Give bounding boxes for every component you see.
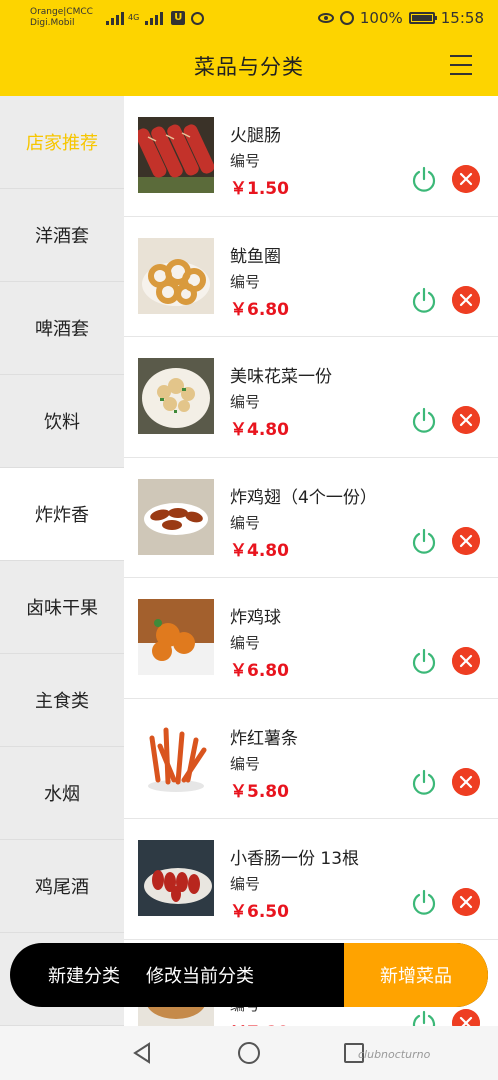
dish-price: ￥6.80 [230, 661, 289, 681]
dish-name: 小香肠一份 13根 [230, 849, 360, 869]
delete-icon[interactable] [452, 1008, 480, 1027]
sidebar-item-5[interactable]: 卤味干果 [0, 561, 124, 654]
watermark: clubnocturno [358, 1048, 431, 1061]
dish-price: ￥6.80 [230, 299, 289, 320]
sidebar-item-2[interactable]: 啤酒套 [0, 282, 124, 375]
dish-name: 鱿鱼圈 [230, 246, 281, 267]
dish-image [138, 478, 214, 555]
dish-row[interactable]: 炸鸡球 编号 ￥6.80 [124, 578, 498, 699]
dish-row[interactable]: 鱿鱼圈 编号 ￥6.80 [124, 217, 498, 337]
dish-image [138, 237, 214, 314]
home-icon[interactable] [238, 1042, 260, 1064]
dish-image [138, 719, 214, 796]
u-app-icon: U [171, 11, 186, 25]
delete-icon[interactable] [452, 767, 480, 796]
dish-code-label: 编号 [230, 634, 261, 652]
delete-icon[interactable] [452, 888, 480, 916]
carrier-info: Orange|CMCC Digi.Mobil [30, 7, 100, 29]
sidebar-item-3[interactable]: 饮料 [0, 375, 124, 468]
bottom-action-bar: 新建分类 修改当前分类 新增菜品 [10, 943, 488, 1007]
power-toggle-icon[interactable] [410, 768, 438, 796]
dish-row[interactable]: 小香肠一份 13根 编号 ￥6.50 [124, 819, 498, 940]
power-toggle-icon[interactable] [410, 1009, 438, 1027]
category-sidebar: 店家推荐 洋酒套 啤酒套 饮料 炸炸香 卤味干果 主食类 水烟 鸡尾酒 [0, 96, 124, 1026]
gauge-icon [339, 11, 354, 25]
page-title: 菜品与分类 [194, 55, 304, 79]
dish-image [138, 840, 214, 916]
dish-image [138, 599, 214, 675]
dish-row[interactable]: 美味花菜一份 编号 ￥4.80 [124, 337, 498, 458]
add-dish-button[interactable]: 新增菜品 [344, 943, 488, 1007]
delete-icon[interactable] [452, 647, 480, 675]
delete-icon[interactable] [452, 165, 480, 193]
dish-code-label: 编号 [230, 513, 261, 532]
sidebar-item-6[interactable]: 主食类 [0, 654, 124, 747]
battery-percent: 100% [359, 9, 403, 27]
signal-icon-2 [145, 11, 164, 25]
sidebar-item-7[interactable]: 水烟 [0, 747, 124, 840]
sidebar-item-8[interactable]: 鸡尾酒 [0, 840, 124, 933]
dish-code-label: 编号 [230, 272, 261, 291]
dish-code-label: 编号 [230, 754, 261, 773]
dish-row[interactable]: 炸鸡翅（4个一份） 编号 ￥4.80 [124, 458, 498, 578]
power-toggle-icon[interactable] [410, 165, 438, 193]
power-toggle-icon[interactable] [410, 527, 438, 555]
network-type: 4G [128, 13, 140, 22]
signal-icon [106, 11, 124, 25]
clock: 15:58 [440, 9, 484, 27]
dish-code-label: 编号 [230, 875, 261, 893]
app-root: Orange|CMCC Digi.Mobil 4G U 100% 15:58 菜… [0, 0, 498, 1080]
back-icon[interactable] [132, 1042, 152, 1064]
dish-name: 炸红薯条 [230, 728, 298, 749]
power-toggle-icon[interactable] [410, 647, 438, 675]
dish-row[interactable]: 炸红薯条 编号 ￥5.80 [124, 699, 498, 819]
dish-row[interactable]: 火腿肠 编号 ￥1.50 [124, 96, 498, 217]
sidebar-item-4[interactable]: 炸炸香 [0, 468, 124, 561]
dish-name: 火腿肠 [230, 126, 281, 146]
delete-icon[interactable] [452, 526, 480, 555]
dish-price: ￥1.50 [230, 179, 289, 199]
dish-name: 炸鸡翅（4个一份） [230, 487, 377, 508]
power-toggle-icon[interactable] [410, 286, 438, 314]
dish-list: 火腿肠 编号 ￥1.50 鱿鱼圈 编号 ￥6.80 美味花菜一份 编号 ￥4.8… [124, 96, 498, 1026]
app-header: 菜品与分类 [0, 36, 498, 96]
dish-price: ￥4.80 [230, 420, 289, 440]
delete-icon[interactable] [452, 285, 480, 314]
new-category-button[interactable]: 新建分类 [48, 962, 120, 988]
dish-price: ￥7.80 [230, 1018, 289, 1027]
carrier-line-2: Digi.Mobil [30, 18, 75, 28]
category-actions: 新建分类 修改当前分类 [10, 943, 344, 1007]
dish-name: 美味花菜一份 [230, 367, 332, 387]
dish-name: 炸鸡球 [230, 608, 281, 628]
dish-price: ￥6.50 [230, 902, 289, 922]
dish-code-label: 编号 [230, 152, 261, 170]
dish-price: ￥4.80 [230, 540, 289, 561]
hamburger-menu-icon[interactable] [450, 55, 472, 75]
status-bar: Orange|CMCC Digi.Mobil 4G U 100% 15:58 [0, 0, 498, 36]
delete-icon[interactable] [452, 406, 480, 434]
sidebar-item-1[interactable]: 洋酒套 [0, 189, 124, 282]
dish-code-label: 编号 [230, 393, 261, 411]
edit-category-button[interactable]: 修改当前分类 [146, 962, 254, 988]
battery-icon [408, 12, 437, 24]
status-right: 100% 15:58 [317, 9, 484, 27]
dish-price: ￥5.80 [230, 781, 289, 802]
eye-icon [317, 13, 334, 23]
carrier-line-1: Orange|CMCC [30, 7, 93, 17]
sidebar-item-0[interactable]: 店家推荐 [0, 96, 124, 189]
dish-image [138, 358, 214, 434]
power-toggle-icon[interactable] [410, 406, 438, 434]
power-toggle-icon[interactable] [410, 888, 438, 916]
ring-icon [191, 11, 205, 25]
dish-image [138, 117, 214, 193]
system-nav-bar: clubnocturno [0, 1026, 498, 1080]
